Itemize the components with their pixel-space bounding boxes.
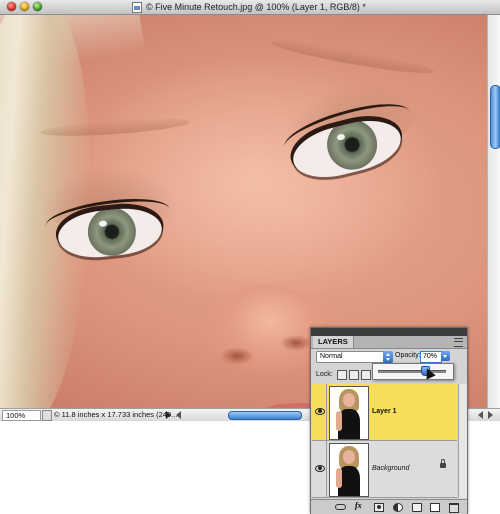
lock-icon bbox=[440, 459, 446, 468]
layer-row[interactable]: Background bbox=[312, 441, 457, 498]
eye-icon bbox=[315, 408, 325, 415]
minimize-button[interactable] bbox=[20, 2, 29, 11]
lock-label: Lock: bbox=[316, 371, 333, 378]
eye-icon bbox=[315, 465, 325, 472]
panel-menu-icon[interactable] bbox=[454, 338, 463, 347]
select-arrows-icon bbox=[383, 351, 393, 363]
layer-name[interactable]: Background bbox=[372, 441, 409, 497]
window-title: © Five Minute Retouch.jpg @ 100% (Layer … bbox=[146, 2, 366, 12]
eyebrow bbox=[270, 35, 435, 79]
link-icon[interactable] bbox=[335, 504, 346, 510]
lock-position-button[interactable] bbox=[361, 370, 371, 380]
opacity-label: Opacity: bbox=[395, 352, 421, 359]
panel-tab-bar: LAYERS bbox=[311, 336, 467, 349]
scroll-left-icon[interactable] bbox=[176, 411, 181, 419]
info-menu-arrow-icon[interactable] bbox=[166, 411, 171, 419]
close-button[interactable] bbox=[7, 2, 16, 11]
blend-mode-select[interactable]: Normal bbox=[316, 351, 393, 363]
lock-transparent-pixels-button[interactable] bbox=[337, 370, 347, 380]
document-info: © 11.8 inches x 17.733 inches (240... bbox=[54, 410, 178, 419]
horizontal-scroll-arrows[interactable] bbox=[476, 410, 498, 420]
layer-thumbnail bbox=[329, 386, 369, 440]
status-icon[interactable] bbox=[42, 410, 52, 421]
layer-name[interactable]: Layer 1 bbox=[372, 384, 397, 440]
document-icon[interactable] bbox=[132, 2, 142, 13]
opacity-dropdown-button[interactable] bbox=[441, 351, 450, 361]
scroll-right-icon[interactable] bbox=[488, 411, 493, 419]
vertical-scrollbar[interactable] bbox=[487, 15, 500, 408]
opacity-slider-track[interactable] bbox=[378, 370, 446, 373]
nostril bbox=[280, 335, 312, 351]
title-bar[interactable]: © Five Minute Retouch.jpg @ 100% (Layer … bbox=[0, 0, 500, 15]
fx-icon[interactable]: fx bbox=[355, 501, 363, 510]
layer-visibility-toggle[interactable] bbox=[312, 441, 327, 497]
layer-thumbnail bbox=[329, 443, 369, 497]
opacity-field[interactable]: 70% bbox=[420, 351, 442, 363]
new-layer-icon[interactable] bbox=[430, 503, 440, 512]
scroll-left-icon[interactable] bbox=[478, 411, 483, 419]
opacity-slider-popup[interactable] bbox=[372, 363, 454, 380]
layer-visibility-toggle[interactable] bbox=[312, 384, 327, 440]
layer-row[interactable]: Layer 1 bbox=[312, 384, 457, 441]
layer-mask-icon[interactable] bbox=[374, 503, 384, 512]
zoom-button[interactable] bbox=[33, 2, 42, 11]
blend-mode-value: Normal bbox=[320, 353, 343, 360]
panel-drag-bar[interactable] bbox=[311, 328, 467, 336]
horizontal-scroll-thumb[interactable] bbox=[228, 411, 302, 420]
layers-scrollbar[interactable] bbox=[458, 384, 467, 498]
zoom-level-field[interactable]: 100% bbox=[2, 410, 41, 421]
vertical-scroll-thumb[interactable] bbox=[490, 85, 500, 149]
layers-panel: LAYERS Normal Opacity: 70% Lock: Layer 1… bbox=[310, 327, 468, 514]
lock-image-pixels-button[interactable] bbox=[349, 370, 359, 380]
adjustment-layer-icon[interactable] bbox=[393, 503, 403, 512]
tab-layers[interactable]: LAYERS bbox=[313, 336, 354, 348]
group-folder-icon[interactable] bbox=[412, 503, 422, 512]
nostril bbox=[220, 347, 254, 365]
